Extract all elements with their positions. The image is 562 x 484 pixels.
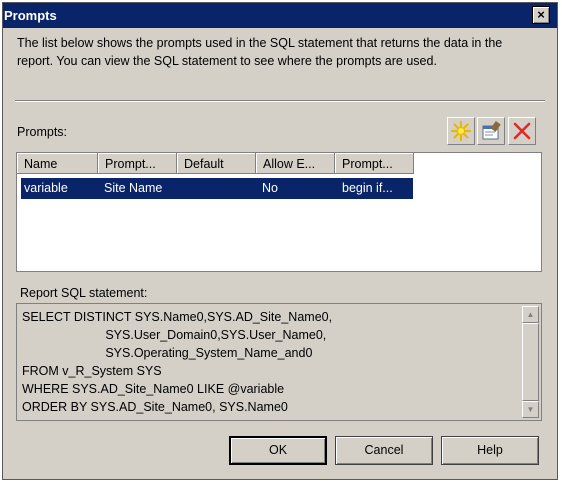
column-header-prompt-query[interactable]: Prompt... xyxy=(335,153,414,174)
cell-allow: No xyxy=(262,181,278,195)
column-header-default[interactable]: Default xyxy=(177,153,256,174)
dialog-title: Prompts xyxy=(4,8,57,23)
ok-button[interactable]: OK xyxy=(229,436,327,465)
list-header: Name Prompt... Default Allow E... Prompt… xyxy=(17,153,541,175)
new-star-icon xyxy=(450,120,472,142)
edit-prompt-button[interactable] xyxy=(477,117,505,145)
close-button[interactable]: × xyxy=(532,6,550,24)
sql-label: Report SQL statement: xyxy=(20,286,148,300)
sql-scrollbar[interactable]: ▲ ▼ xyxy=(522,306,539,418)
list-row-selected[interactable]: variable Site Name No begin if... xyxy=(21,178,413,199)
help-button[interactable]: Help xyxy=(441,436,539,465)
scroll-thumb[interactable] xyxy=(522,323,539,401)
cell-prompt-query: begin if... xyxy=(342,181,393,195)
prompts-label: Prompts: xyxy=(17,125,68,139)
column-header-allow[interactable]: Allow E... xyxy=(256,153,335,174)
scroll-down-icon[interactable]: ▼ xyxy=(522,401,539,418)
prompts-list[interactable]: Name Prompt... Default Allow E... Prompt… xyxy=(16,152,542,272)
prompts-dialog: Prompts × The list below shows the promp… xyxy=(2,2,558,480)
new-prompt-button[interactable] xyxy=(447,117,475,145)
title-bar[interactable]: Prompts × xyxy=(3,3,557,28)
cell-name: variable xyxy=(24,181,68,195)
properties-icon xyxy=(482,121,501,140)
sql-statement-box[interactable]: SELECT DISTINCT SYS.Name0,SYS.AD_Site_Na… xyxy=(16,303,542,421)
separator xyxy=(15,100,545,102)
delete-x-icon xyxy=(513,122,531,140)
cell-prompt-text: Site Name xyxy=(104,181,163,195)
sql-statement-text: SELECT DISTINCT SYS.Name0,SYS.AD_Site_Na… xyxy=(22,310,333,414)
column-header-prompt-text[interactable]: Prompt... xyxy=(98,153,177,174)
cancel-button[interactable]: Cancel xyxy=(335,436,433,465)
column-header-name[interactable]: Name xyxy=(17,153,98,174)
delete-prompt-button[interactable] xyxy=(508,117,536,145)
scroll-up-icon[interactable]: ▲ xyxy=(522,306,539,323)
description-text: The list below shows the prompts used in… xyxy=(17,36,503,68)
